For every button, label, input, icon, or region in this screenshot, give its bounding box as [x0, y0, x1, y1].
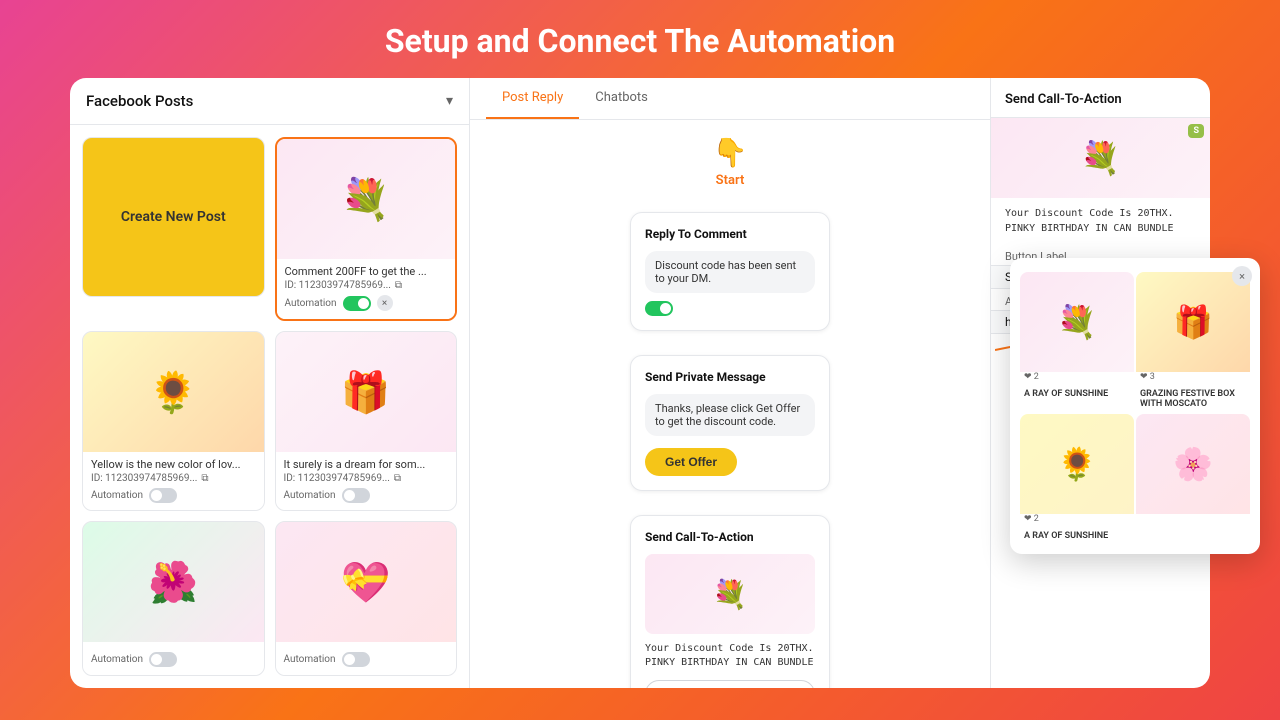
post-automation-row-3: Automation: [284, 488, 449, 503]
post-card-5[interactable]: 💝 Automation: [275, 521, 458, 676]
right-panel-preview-image: 💐 S: [991, 118, 1210, 198]
popup-caption-1: A RAY OF SUNSHINE: [1020, 386, 1134, 402]
start-icon: 👇: [713, 136, 748, 169]
popup-count-2: ❤ 3: [1136, 372, 1250, 386]
post-image-3: 🎁: [276, 332, 457, 452]
post-info-4: Automation: [83, 642, 264, 675]
post-automation-row-4: Automation: [91, 652, 256, 667]
sidebar-title: Facebook Posts: [86, 92, 193, 110]
tabs-bar: Post Reply Chatbots: [470, 78, 990, 120]
copy-icon-3[interactable]: ⧉: [394, 473, 401, 484]
post-id-3: ID: 112303974785969... ⧉: [284, 473, 449, 484]
send-cta-title: Send Call-To-Action: [645, 530, 815, 544]
automation-toggle-1[interactable]: [343, 296, 371, 311]
post-automation-row-2: Automation: [91, 488, 256, 503]
popup-flower-2: 🎁: [1136, 272, 1250, 372]
tab-chatbots[interactable]: Chatbots: [579, 78, 664, 119]
post-info-2: Yellow is the new color of lov... ID: 11…: [83, 452, 264, 511]
post-caption-3: It surely is a dream for som...: [284, 458, 449, 471]
popup-close-button[interactable]: ×: [1232, 266, 1252, 286]
post-id-1: ID: 112303974785969... ⧉: [285, 280, 448, 291]
send-cta-card[interactable]: Send Call-To-Action 💐 Your Discount Code…: [630, 515, 830, 688]
automation-toggle-2[interactable]: [149, 488, 177, 503]
center-area: Post Reply Chatbots 👇 Start Reply To Com…: [470, 78, 990, 688]
post-automation-row-5: Automation: [284, 652, 449, 667]
popup-caption-3: A RAY OF SUNSHINE: [1020, 528, 1134, 544]
post-card-1[interactable]: 💐 Comment 200FF to get the ... ID: 11230…: [275, 137, 458, 321]
popup-count-3: ❤ 2: [1020, 514, 1134, 528]
send-private-message-title: Send Private Message: [645, 370, 815, 384]
post-automation-row-1: Automation ×: [285, 295, 448, 311]
automation-toggle-4[interactable]: [149, 652, 177, 667]
cta-preview-image: 💐: [645, 554, 815, 634]
chevron-down-icon[interactable]: ▾: [446, 93, 453, 109]
popup-caption-2: GRAZING FESTIVE BOX WITH MOSCATO: [1136, 386, 1250, 412]
shopify-badge: S: [1188, 124, 1204, 138]
popup-image-item-4[interactable]: 🌸: [1136, 414, 1250, 544]
sidebar-header: Facebook Posts ▾: [70, 78, 469, 125]
get-offer-button[interactable]: Get Offer: [645, 448, 737, 476]
reply-to-comment-title: Reply To Comment: [645, 227, 815, 241]
popup-flower-1: 💐: [1020, 272, 1134, 372]
cta-discount-text: Your Discount Code Is 20THX. PINKY BIRTH…: [645, 642, 815, 670]
posts-grid: Create New Post 💐 Comment 200FF to get t…: [70, 125, 469, 688]
flow-area: 👇 Start Reply To Comment Discount code h…: [470, 120, 990, 688]
send-private-message-bubble: Thanks, please click Get Offer to get th…: [645, 394, 815, 436]
reply-to-comment-toggle[interactable]: [645, 301, 673, 316]
post-info-1: Comment 200FF to get the ... ID: 1123039…: [277, 259, 456, 319]
post-image-5: 💝: [276, 522, 457, 642]
popup-image-item-2[interactable]: 🎁 ❤ 3 GRAZING FESTIVE BOX WITH MOSCATO: [1136, 272, 1250, 412]
image-picker-popup[interactable]: × 💐 ❤ 2 A RAY OF SUNSHINE 🎁 ❤ 3 GRAZING …: [1010, 258, 1260, 554]
popup-flower-4: 🌸: [1136, 414, 1250, 514]
copy-icon-1[interactable]: ⧉: [395, 280, 402, 291]
post-image-1: 💐: [277, 139, 456, 259]
cta-card-inner: 💐 Your Discount Code Is 20THX. PINKY BIR…: [645, 554, 815, 688]
post-image-2: 🌻: [83, 332, 264, 452]
post-caption-1: Comment 200FF to get the ...: [285, 265, 448, 278]
send-private-message-card[interactable]: Send Private Message Thanks, please clic…: [630, 355, 830, 491]
post-info-5: Automation: [276, 642, 457, 675]
reply-to-comment-bubble: Discount code has been sent to your DM.: [645, 251, 815, 293]
post-card-2[interactable]: 🌻 Yellow is the new color of lov... ID: …: [82, 331, 265, 511]
cta-code-text: Your Discount Code Is 20THX. PINKY BIRTH…: [991, 198, 1210, 244]
popup-image-item-3[interactable]: 🌻 ❤ 2 A RAY OF SUNSHINE: [1020, 414, 1134, 544]
page-title: Setup and Connect The Automation: [385, 0, 895, 78]
right-panel-title: Send Call-To-Action: [991, 78, 1210, 118]
post-card-4[interactable]: 🌺 Automation: [82, 521, 265, 676]
create-new-post-label: Create New Post: [121, 209, 226, 225]
post-info-3: It surely is a dream for som... ID: 1123…: [276, 452, 457, 511]
popup-flower-3: 🌻: [1020, 414, 1134, 514]
reply-to-comment-card[interactable]: Reply To Comment Discount code has been …: [630, 212, 830, 331]
copy-icon-2[interactable]: ⧉: [201, 473, 208, 484]
popup-image-grid: 💐 ❤ 2 A RAY OF SUNSHINE 🎁 ❤ 3 GRAZING FE…: [1010, 262, 1260, 554]
shop-now-button[interactable]: Shop Now: [645, 680, 815, 688]
popup-count-1: ❤ 2: [1020, 372, 1134, 386]
automation-toggle-5[interactable]: [342, 652, 370, 667]
sidebar: Facebook Posts ▾ Create New Post 💐 Comme…: [70, 78, 470, 688]
post-card-3[interactable]: 🎁 It surely is a dream for som... ID: 11…: [275, 331, 458, 511]
popup-image-item-1[interactable]: 💐 ❤ 2 A RAY OF SUNSHINE: [1020, 272, 1134, 412]
post-id-2: ID: 112303974785969... ⧉: [91, 473, 256, 484]
tab-post-reply[interactable]: Post Reply: [486, 78, 579, 119]
post-image-4: 🌺: [83, 522, 264, 642]
start-node: 👇 Start: [713, 136, 748, 188]
automation-toggle-3[interactable]: [342, 488, 370, 503]
post-caption-2: Yellow is the new color of lov...: [91, 458, 256, 471]
post-close-btn-1[interactable]: ×: [377, 295, 393, 311]
create-new-post-card[interactable]: Create New Post: [82, 137, 265, 297]
start-label: Start: [716, 173, 745, 188]
